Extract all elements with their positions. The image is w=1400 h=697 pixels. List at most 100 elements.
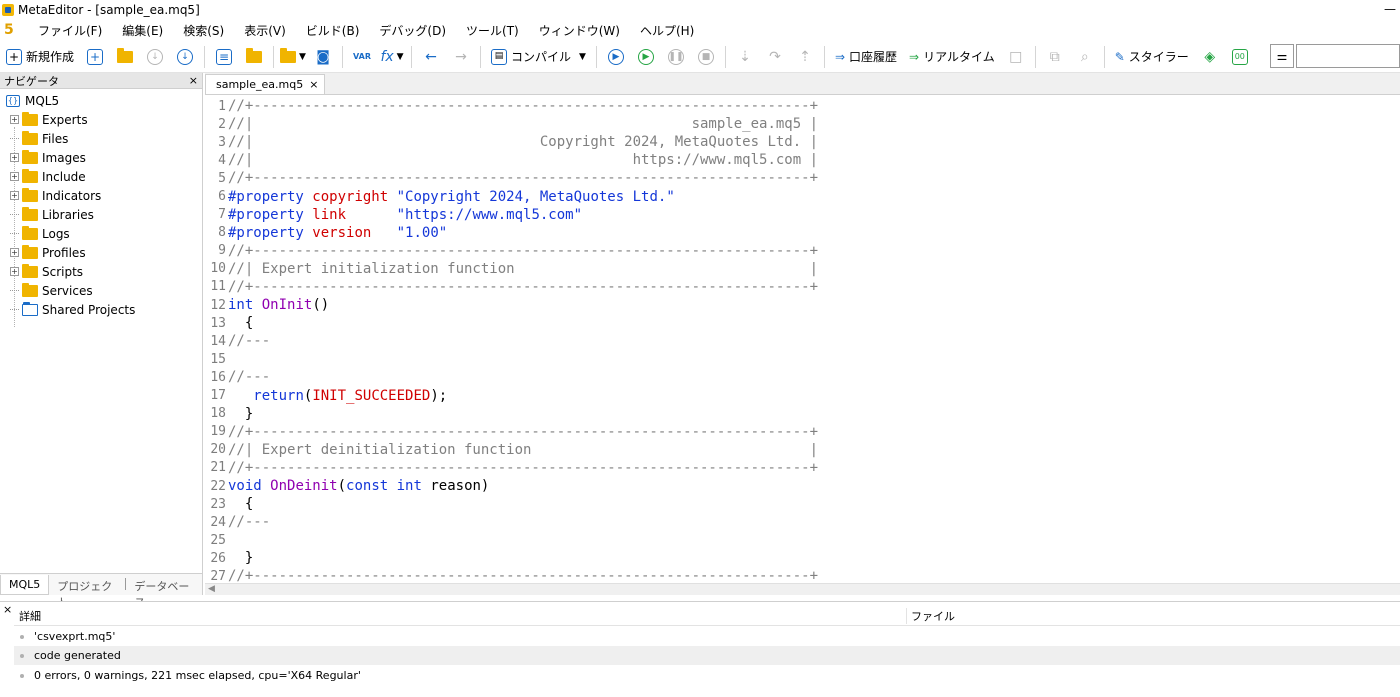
compile-button[interactable]: ▤ コンパイル ▼ — [487, 45, 590, 69]
output-message[interactable]: 'csvexprt.mq5' — [14, 627, 1400, 646]
code-line[interactable]: 3//| Copyright 2024, MetaQuotes Ltd. | — [205, 133, 1400, 151]
tree-root-mql5[interactable]: {} MQL5 — [0, 91, 202, 110]
menu-tools[interactable]: ツール(T) — [456, 22, 529, 39]
toolbox-toggle-button[interactable] — [241, 45, 267, 69]
step-out-button[interactable]: ⇡ — [792, 45, 818, 69]
start-history-button[interactable]: ▶ — [633, 45, 659, 69]
code-line[interactable]: 20//| Expert deinitialization function | — [205, 441, 1400, 459]
tree-item-libraries[interactable]: Libraries — [0, 205, 202, 224]
expand-icon[interactable]: + — [10, 267, 19, 276]
tab-project[interactable]: プロジェクト — [49, 575, 125, 609]
open-button[interactable] — [112, 45, 138, 69]
code-line[interactable]: 1//+------------------------------------… — [205, 97, 1400, 115]
tree-item-profiles[interactable]: + Profiles — [0, 243, 202, 262]
minimize-button[interactable]: — — [1384, 2, 1396, 16]
menu-debug[interactable]: デバッグ(D) — [369, 22, 456, 39]
code-line[interactable]: 5//+------------------------------------… — [205, 169, 1400, 187]
pause-button[interactable]: ❚❚ — [663, 45, 689, 69]
code-line[interactable]: 9//+------------------------------------… — [205, 242, 1400, 260]
code-line[interactable]: 19//+-----------------------------------… — [205, 423, 1400, 441]
output-close-button[interactable]: × — [3, 603, 12, 616]
code-line[interactable]: 18 } — [205, 405, 1400, 423]
clipboard-dropdown-button[interactable]: ▼ — [280, 45, 306, 69]
code-line[interactable]: 23 { — [205, 495, 1400, 513]
code-line[interactable]: 2//| sample_ea.mq5 | — [205, 115, 1400, 133]
search-input[interactable] — [1296, 44, 1400, 68]
stop-profiling-button[interactable]: □ — [1003, 45, 1029, 69]
tree-item-services[interactable]: Services — [0, 281, 202, 300]
file-tab-close-icon[interactable]: × — [309, 78, 318, 91]
copy-button[interactable]: ⧉ — [1042, 45, 1068, 69]
tree-item-scripts[interactable]: + Scripts — [0, 262, 202, 281]
navigator-toggle-button[interactable]: ≡ — [211, 45, 237, 69]
code-line[interactable]: 10//| Expert initialization function | — [205, 260, 1400, 278]
expand-icon[interactable]: + — [10, 191, 19, 200]
code-line[interactable]: 21//+-----------------------------------… — [205, 459, 1400, 477]
tree-item-logs[interactable]: Logs — [0, 224, 202, 243]
functions-dropdown-button[interactable]: fx ▼ — [379, 45, 405, 69]
tree-item-indicators[interactable]: + Indicators — [0, 186, 202, 205]
code-line[interactable]: 14//--- — [205, 332, 1400, 350]
scroll-left-icon[interactable]: ◀ — [208, 584, 215, 594]
step-over-button[interactable]: ↷ — [762, 45, 788, 69]
code-line[interactable]: 4//| https://www.mql5.com | — [205, 151, 1400, 169]
code-line[interactable]: 22 void OnDeinit(const int reason) — [205, 477, 1400, 495]
start-debug-button[interactable]: ▶ — [603, 45, 629, 69]
tree-item-images[interactable]: + Images — [0, 148, 202, 167]
output-message[interactable]: 0 errors, 0 warnings, 221 msec elapsed, … — [14, 666, 1400, 685]
find-button[interactable]: ⌕ — [1072, 45, 1098, 69]
tree-item-shared-projects[interactable]: Shared Projects — [0, 300, 202, 319]
tab-mql5[interactable]: MQL5 — [0, 575, 50, 595]
code-area[interactable]: 1//+------------------------------------… — [205, 95, 1400, 586]
menu-help[interactable]: ヘルプ(H) — [630, 22, 704, 39]
realtime-button[interactable]: ⇒ リアルタイム — [905, 45, 999, 69]
styler-button[interactable]: ✎ スタイラー — [1111, 45, 1193, 69]
new-file-button[interactable]: + 新規作成 — [2, 45, 78, 69]
code-line[interactable]: 26 } — [205, 549, 1400, 567]
menu-window[interactable]: ウィンドウ(W) — [529, 22, 630, 39]
code-line[interactable]: 25 — [205, 531, 1400, 549]
code-line[interactable]: 17 return(INIT_SUCCEEDED); — [205, 387, 1400, 405]
column-detail[interactable]: 詳細 — [14, 608, 906, 624]
file-tab[interactable]: sample_ea.mq5 × — [205, 74, 326, 94]
expand-icon[interactable]: + — [10, 248, 19, 257]
menu-view[interactable]: 表示(V) — [234, 22, 296, 39]
cloud-button[interactable]: ◈ — [1197, 45, 1223, 69]
tab-database[interactable]: データベース — [126, 575, 202, 609]
forward-button[interactable]: → — [448, 45, 474, 69]
code-line[interactable]: 12 int OnInit() — [205, 296, 1400, 314]
horizontal-scrollbar[interactable]: ◀ — [205, 583, 1400, 595]
new-project-button[interactable]: + — [82, 45, 108, 69]
back-button[interactable]: ← — [418, 45, 444, 69]
settings-button[interactable]: ⚌ — [1270, 44, 1294, 68]
account-history-button[interactable]: ⇒ 口座履歴 — [831, 45, 901, 69]
download-disabled-button[interactable]: ↓ — [142, 45, 168, 69]
code-line[interactable]: 15 — [205, 350, 1400, 368]
code-line[interactable]: 6 #property copyright "Copyright 2024, Me… — [205, 187, 1400, 205]
navigator-close-button[interactable]: × — [189, 74, 198, 87]
download-button[interactable]: ↓ — [172, 45, 198, 69]
code-line[interactable]: 7 #property link "https://www.mql5.com" — [205, 206, 1400, 224]
stop-button[interactable]: ■ — [693, 45, 719, 69]
step-into-button[interactable]: ⇣ — [732, 45, 758, 69]
tree-item-include[interactable]: + Include — [0, 167, 202, 186]
code-line[interactable]: 24//--- — [205, 513, 1400, 531]
code-line[interactable]: 11//+-----------------------------------… — [205, 278, 1400, 296]
code-line[interactable]: 13 { — [205, 314, 1400, 332]
menu-file[interactable]: ファイル(F) — [28, 22, 112, 39]
tree-item-files[interactable]: Files — [0, 129, 202, 148]
tree-item-experts[interactable]: + Experts — [0, 110, 202, 129]
variables-button[interactable]: VAR — [349, 45, 375, 69]
column-file[interactable]: ファイル — [906, 607, 955, 624]
menu-edit[interactable]: 編集(E) — [112, 22, 173, 39]
menu-build[interactable]: ビルド(B) — [296, 22, 370, 39]
menu-search[interactable]: 検索(S) — [173, 22, 234, 39]
expand-icon[interactable]: + — [10, 115, 19, 124]
output-message[interactable]: code generated — [14, 646, 1400, 665]
robot-button[interactable]: ◙ — [310, 45, 336, 69]
code-line[interactable]: 8 #property version "1.00" — [205, 224, 1400, 242]
expand-icon[interactable]: + — [10, 153, 19, 162]
tester-button[interactable]: 00 — [1227, 45, 1253, 69]
code-line[interactable]: 16//--- — [205, 368, 1400, 386]
expand-icon[interactable]: + — [10, 172, 19, 181]
